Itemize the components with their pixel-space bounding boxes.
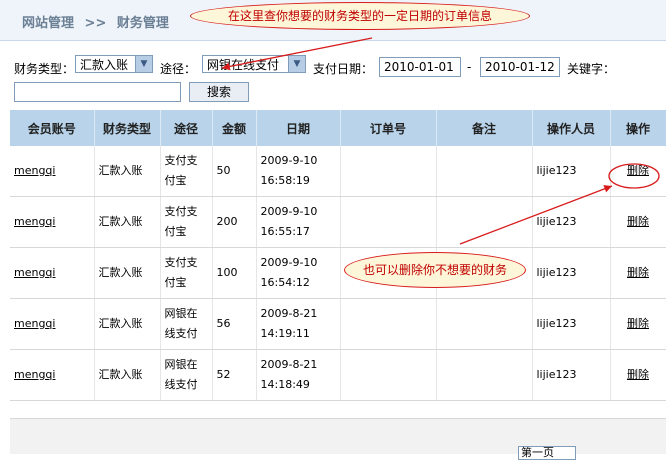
cell-note — [436, 196, 533, 248]
col-header-action: 操作 — [610, 110, 666, 146]
delete-link[interactable]: 删除 — [627, 368, 649, 381]
delete-link[interactable]: 删除 — [627, 266, 649, 279]
cell-note — [436, 298, 533, 350]
date-from-input[interactable]: 2010-01-01 — [379, 57, 461, 77]
col-header-user: 会员账号 — [10, 110, 95, 146]
path-select[interactable]: 网银在线支付 ▼ — [202, 55, 306, 73]
annotation-callout-top: 在这里查你想要的财务类型的一定日期的订单信息 — [190, 2, 530, 30]
delete-link[interactable]: 删除 — [627, 215, 649, 228]
cell-path-line1: 支付支 — [164, 256, 198, 269]
col-header-note: 备注 — [436, 110, 533, 146]
user-link[interactable]: mengqi — [14, 215, 55, 228]
search-button[interactable]: 搜索 — [189, 82, 249, 102]
chevron-down-icon[interactable]: ▼ — [135, 56, 152, 72]
user-link[interactable]: mengqi — [14, 266, 55, 279]
col-header-date: 日期 — [256, 110, 341, 146]
path-select-value: 网银在线支付 — [207, 58, 280, 72]
col-header-path: 途径 — [160, 110, 213, 146]
table-header-row: 会员账号 财务类型 途径 金额 日期 订单号 备注 操作人员 操作 — [10, 110, 666, 146]
cell-time: 14:19:11 — [260, 327, 310, 340]
cell-path-line1: 网银在 — [164, 358, 198, 371]
pager-select[interactable]: 第一页 — [518, 446, 576, 460]
cell-order — [340, 349, 437, 401]
cell-operator: lijie123 — [532, 146, 611, 197]
path-label: 途径： — [160, 62, 197, 76]
keyword-label: 关键字： — [567, 62, 616, 76]
cell-time: 16:55:17 — [260, 225, 310, 238]
col-header-order: 订单号 — [340, 110, 437, 146]
table-row: mengqi 汇款入账 网银在 线支付 52 2009-8-21 14:18:49 … — [10, 349, 666, 401]
cell-path-line1: 网银在 — [164, 307, 198, 320]
filter-bar: 财务类型： 汇款入账 ▼ 途径： 网银在线支付 ▼ 支付日期： 2010-01-… — [0, 50, 666, 105]
user-link[interactable]: mengqi — [14, 368, 55, 381]
cell-path-line1: 支付支 — [164, 154, 198, 167]
annotation-callout-delete: 也可以删除你不想要的财务 — [344, 252, 526, 288]
cell-path-line2: 付宝 — [164, 174, 187, 187]
user-link[interactable]: mengqi — [14, 317, 55, 330]
breadcrumb-site[interactable]: 网站管理 — [22, 16, 74, 31]
cell-type: 汇款入账 — [94, 349, 161, 401]
cell-date: 2009-8-21 — [260, 307, 318, 320]
type-select-value: 汇款入账 — [80, 58, 129, 72]
table-row: mengqi 汇款入账 支付支 付宝 100 2009-9-10 16:54:12 … — [10, 247, 666, 299]
cell-note — [436, 349, 533, 401]
date-to-input[interactable]: 2010-01-12 — [480, 57, 560, 77]
cell-amount: 52 — [212, 349, 257, 401]
col-header-type: 财务类型 — [94, 110, 161, 146]
cell-type: 汇款入账 — [94, 298, 161, 350]
cell-path-line1: 支付支 — [164, 205, 198, 218]
cell-type: 汇款入账 — [94, 247, 161, 299]
table-row: mengqi 汇款入账 网银在 线支付 56 2009-8-21 14:19:11 … — [10, 298, 666, 350]
cell-order — [340, 196, 437, 248]
cell-operator: lijie123 — [532, 247, 611, 299]
cell-type: 汇款入账 — [94, 146, 161, 197]
cell-path-line2: 线支付 — [164, 327, 198, 340]
breadcrumb-separator: >> — [84, 16, 107, 31]
cell-path-line2: 付宝 — [164, 276, 187, 289]
cell-amount: 100 — [212, 247, 257, 299]
col-header-amount: 金额 — [212, 110, 257, 146]
date-separator: - — [467, 60, 472, 74]
breadcrumb: 网站管理 >> 财务管理 — [22, 12, 175, 31]
delete-link[interactable]: 删除 — [627, 164, 649, 177]
cell-time: 16:54:12 — [260, 276, 310, 289]
cell-amount: 56 — [212, 298, 257, 350]
cell-date: 2009-8-21 — [260, 358, 318, 371]
cell-date: 2009-9-10 — [260, 256, 318, 269]
cell-order — [340, 146, 437, 197]
delete-link[interactable]: 删除 — [627, 317, 649, 330]
table-row: mengqi 汇款入账 支付支付宝 50 2009-9-10 16:58:19 l… — [10, 146, 666, 197]
cell-type: 汇款入账 — [94, 196, 161, 248]
cell-operator: lijie123 — [532, 349, 611, 401]
cell-amount: 200 — [212, 196, 257, 248]
cell-operator: lijie123 — [532, 298, 611, 350]
cell-amount: 50 — [212, 146, 257, 197]
date-label: 支付日期： — [313, 62, 374, 76]
cell-operator: lijie123 — [532, 196, 611, 248]
keyword-input[interactable] — [14, 82, 181, 102]
user-link[interactable]: mengqi — [14, 164, 55, 177]
table-row: mengqi 汇款入账 支付支 付宝 200 2009-9-10 16:55:17 … — [10, 196, 666, 248]
cell-note — [436, 146, 533, 197]
finance-table: 会员账号 财务类型 途径 金额 日期 订单号 备注 操作人员 操作 mengqi… — [10, 110, 666, 401]
type-label: 财务类型： — [14, 62, 75, 76]
cell-date: 2009-9-10 — [260, 154, 318, 167]
cell-order — [340, 298, 437, 350]
cell-date: 2009-9-10 — [260, 205, 318, 218]
col-header-operator: 操作人员 — [532, 110, 611, 146]
cell-time: 14:18:49 — [260, 378, 310, 391]
type-select[interactable]: 汇款入账 ▼ — [75, 55, 153, 73]
cell-path-line2: 付宝 — [164, 225, 187, 238]
cell-time: 16:58:19 — [260, 174, 310, 187]
chevron-down-icon[interactable]: ▼ — [288, 56, 305, 72]
cell-path-line2: 线支付 — [164, 378, 198, 391]
breadcrumb-current: 财务管理 — [116, 16, 169, 31]
